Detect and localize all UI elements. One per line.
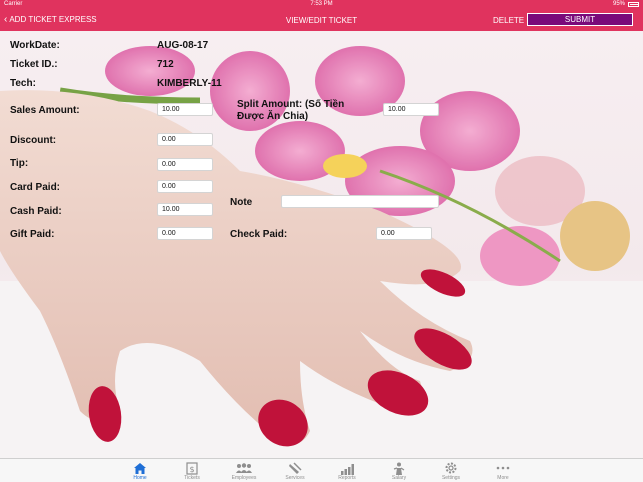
more-icon [483, 461, 523, 475]
salary-icon [379, 461, 419, 475]
tab-settings-label: Settings [441, 475, 461, 481]
tab-settings[interactable]: Settings [431, 461, 471, 481]
gift-paid-field[interactable]: 0.00 [157, 227, 213, 240]
check-paid-label: Check Paid: [230, 229, 288, 240]
battery-percent: 95% [612, 1, 625, 7]
home-icon [120, 461, 160, 475]
tip-field[interactable]: 0.00 [157, 158, 213, 171]
split-amount-label: Split Amount: (Số Tiền Được Ăn Chia) [237, 99, 345, 122]
chevron-left-icon: ‹ [4, 13, 8, 25]
tab-tickets-label: Tickets [184, 475, 200, 481]
tab-reports-label: Reports [338, 475, 356, 481]
reports-icon [327, 461, 367, 475]
tech-value: KIMBERLY-11 [157, 78, 222, 89]
submit-button[interactable]: SUBMIT [527, 13, 633, 26]
status-bar: Carrier 7:53 PM 95% [0, 0, 643, 10]
gear-icon [431, 461, 471, 475]
back-button-label: ADD TICKET EXPRESS [9, 15, 97, 24]
ticket-id-label: Ticket ID.: [10, 59, 58, 70]
hand-orchid-illustration [0, 46, 643, 458]
tab-tickets[interactable]: $ Tickets [172, 461, 212, 481]
tab-salary[interactable]: Salary [379, 461, 419, 481]
delete-button[interactable]: DELETE [493, 16, 524, 25]
ticket-id-value: 712 [157, 59, 174, 70]
check-paid-field[interactable]: 0.00 [376, 227, 432, 240]
tab-services[interactable]: Services [275, 461, 315, 481]
battery-icon [628, 2, 639, 7]
svg-text:$: $ [189, 465, 194, 474]
discount-label: Discount: [10, 135, 57, 146]
tab-services-label: Services [285, 475, 305, 481]
cash-paid-label: Cash Paid: [10, 206, 62, 217]
sales-amount-field[interactable]: 10.00 [157, 103, 213, 116]
sales-amount-label: Sales Amount: [10, 105, 80, 116]
tab-salary-label: Salary [391, 475, 407, 481]
tab-employees-label: Employees [231, 475, 257, 481]
card-paid-label: Card Paid: [10, 182, 61, 193]
tab-home[interactable]: Home [120, 461, 160, 481]
note-field[interactable] [281, 195, 439, 208]
tab-more-label: More [497, 475, 509, 481]
cash-paid-field[interactable]: 10.00 [157, 203, 213, 216]
back-button[interactable]: ‹ ADD TICKET EXPRESS [4, 13, 97, 25]
tab-employees[interactable]: Employees [224, 461, 264, 481]
navigation-bar: ‹ ADD TICKET EXPRESS VIEW/EDIT TICKET DE… [0, 10, 643, 31]
employees-icon [224, 461, 264, 475]
split-amount-field[interactable]: 10.00 [383, 103, 439, 116]
tab-bar: Home $ Tickets Employees Services Report… [0, 458, 643, 482]
tab-reports[interactable]: Reports [327, 461, 367, 481]
discount-field[interactable]: 0.00 [157, 133, 213, 146]
tech-label: Tech: [10, 78, 36, 89]
note-label: Note [230, 197, 253, 208]
ticket-icon: $ [172, 461, 212, 475]
gift-paid-label: Gift Paid: [10, 229, 55, 240]
status-time: 7:53 PM [310, 1, 333, 7]
workdate-value: AUG-08-17 [157, 40, 209, 51]
card-paid-field[interactable]: 0.00 [157, 180, 213, 193]
tip-label: Tip: [10, 158, 29, 169]
workdate-label: WorkDate: [10, 40, 60, 51]
services-icon [275, 461, 315, 475]
tab-home-label: Home [133, 475, 147, 481]
tab-more[interactable]: More [483, 461, 523, 481]
background-image [0, 31, 643, 458]
